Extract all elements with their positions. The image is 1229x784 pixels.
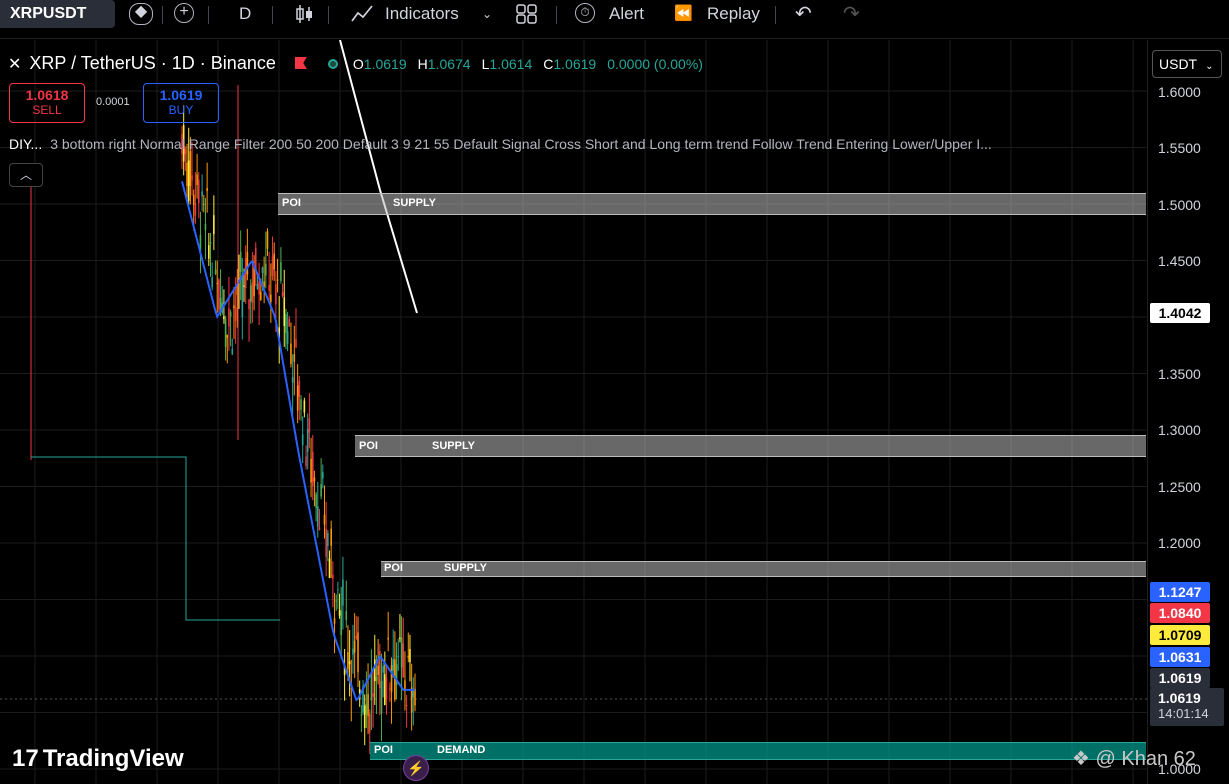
last-price: 1.0619	[1158, 690, 1201, 706]
ohlc-low: 1.0614	[489, 56, 533, 72]
demand-zone	[370, 742, 1146, 760]
price-tag-3: 1.0840	[1150, 603, 1210, 623]
interval-button[interactable]: D	[239, 0, 251, 28]
price-tick: 1.3500	[1158, 366, 1201, 382]
currency-unit-label: USDT	[1159, 56, 1198, 72]
close-icon[interactable]: ✕	[8, 56, 21, 73]
currency-unit-select[interactable]: USDT ⌄	[1152, 50, 1222, 78]
bar-countdown: 14:01:14	[1158, 706, 1209, 721]
alert-button[interactable]: Alert	[609, 0, 644, 28]
ohlc-open-label: O	[352, 56, 364, 72]
compare-plus-icon[interactable]: +	[174, 3, 194, 23]
price-tick: 1.6000	[1158, 84, 1201, 100]
top-toolbar: XRPUSDT ◆ + D Indicators ⌄ ⏱ Alert ⏪ Rep…	[0, 0, 1229, 39]
price-tag-4: 1.0709	[1150, 625, 1210, 645]
buy-button[interactable]: 1.0619 BUY	[143, 83, 219, 123]
zone-kind-label: SUPPLY	[444, 562, 488, 574]
collapse-chevron-up-icon[interactable]: ︿	[9, 163, 43, 187]
symbol-title[interactable]: XRP / TetherUS · 1D · Binance	[29, 53, 275, 73]
divider	[162, 6, 163, 24]
price-tag-5: 1.0631	[1150, 647, 1210, 667]
indicator-name: DIY...	[9, 136, 43, 152]
tradingview-logo[interactable]: 17 TradingView	[12, 744, 184, 774]
supply-zone-3	[381, 561, 1146, 577]
indicators-icon[interactable]	[350, 3, 374, 25]
ohlc-open: 1.0619	[363, 56, 407, 72]
zone-kind-label: DEMAND	[437, 744, 486, 756]
indicators-button[interactable]: Indicators	[385, 0, 459, 28]
indicator-legend[interactable]: DIY... 3 bottom right Normal Range Filter…	[9, 136, 1145, 152]
price-tick: 1.5500	[1158, 140, 1201, 156]
flag-icon[interactable]	[294, 57, 307, 69]
symbol-search-button[interactable]: XRPUSDT	[0, 0, 115, 28]
price-tick: 1.3000	[1158, 422, 1201, 438]
ohlc-high-label: H	[417, 56, 428, 72]
ohlc-close: 1.0619	[553, 56, 597, 72]
sell-label: SELL	[32, 103, 62, 117]
divider	[775, 6, 776, 24]
sell-button[interactable]: 1.0618 SELL	[9, 83, 85, 123]
undo-icon[interactable]: ↶	[795, 0, 812, 28]
ohlc-high: 1.0674	[427, 56, 471, 72]
spread-value: 0.0001	[96, 96, 130, 108]
zone-kind-label: SUPPLY	[432, 440, 476, 452]
logo-text: TradingView	[42, 745, 184, 772]
chevron-down-icon: ⌄	[1205, 61, 1214, 72]
ohlc-close-label: C	[543, 56, 554, 72]
divider	[556, 6, 557, 24]
price-tick: 1.2000	[1158, 535, 1201, 551]
price-tag-2: 1.1247	[1150, 582, 1210, 602]
layout-grid-icon[interactable]	[516, 4, 538, 24]
divider	[208, 6, 209, 24]
ohlc-change: 0.0000 (0.00%)	[607, 56, 703, 72]
lightning-icon[interactable]: ⚡	[403, 755, 429, 781]
price-tick: 1.2500	[1158, 479, 1201, 495]
replay-button[interactable]: Replay	[707, 0, 760, 28]
price-tag-1: 1.4042	[1150, 303, 1210, 323]
price-tick: 1.4500	[1158, 253, 1201, 269]
divider	[272, 6, 273, 24]
buy-price: 1.0619	[159, 87, 203, 103]
replay-rewind-icon[interactable]: ⏪	[674, 0, 693, 28]
last-price-box: 1.0619 14:01:14	[1150, 688, 1224, 726]
buy-label: BUY	[168, 103, 194, 117]
zone-poi-label: POI	[282, 197, 301, 209]
watermark-text: @ Khan 62	[1095, 748, 1196, 770]
price-axis[interactable]: 1.6000 1.5500 1.5000 1.4500 1.3500 1.300…	[1147, 40, 1229, 784]
price-tick: 1.5000	[1158, 197, 1201, 213]
tv-logo-icon: 17	[12, 745, 39, 772]
redo-icon[interactable]: ↷	[843, 0, 860, 28]
indicator-params: 3 bottom right Normal Range Filter 200 5…	[50, 136, 992, 152]
watermark: ❖ @ Khan 62	[1072, 746, 1196, 771]
binance-diamond-icon: ❖	[1072, 748, 1090, 770]
diamond-icon[interactable]: ◆	[129, 3, 153, 25]
alert-clock-icon[interactable]: ⏱	[575, 3, 595, 23]
chevron-down-icon[interactable]: ⌄	[482, 0, 492, 28]
chart-legend: ✕ XRP / TetherUS · 1D · Binance O1.0619 H…	[8, 52, 703, 74]
zone-poi-label: POI	[374, 744, 393, 756]
market-status-icon	[327, 59, 338, 69]
divider	[328, 6, 329, 24]
zone-kind-label: SUPPLY	[393, 197, 437, 209]
candles-icon[interactable]	[295, 3, 315, 25]
zone-poi-label: POI	[359, 440, 378, 452]
price-tag-6: 1.0619	[1150, 668, 1210, 688]
zone-poi-label: POI	[384, 562, 403, 574]
sell-price: 1.0618	[25, 87, 69, 103]
